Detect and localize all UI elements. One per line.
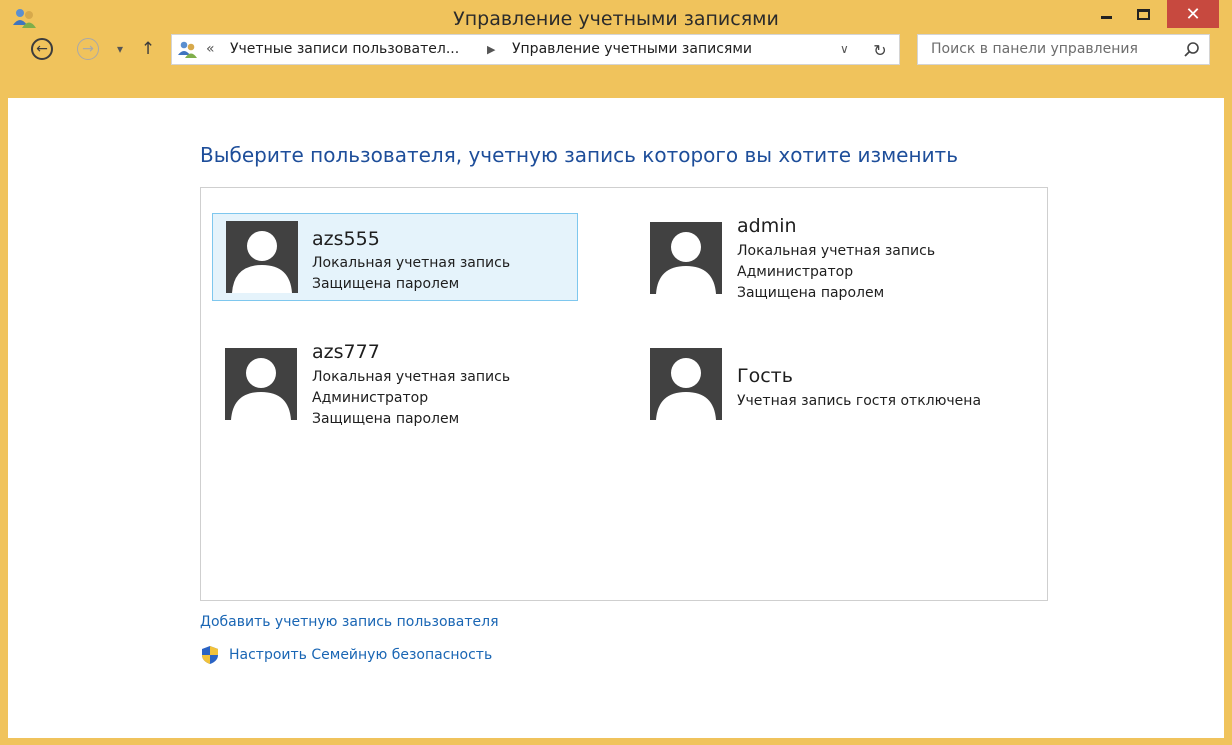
forward-arrow-icon: → — [77, 38, 99, 60]
address-dropdown-icon[interactable]: ∨ — [840, 42, 849, 56]
account-tile-guest[interactable]: Гость Учетная запись гостя отключена — [637, 338, 1003, 426]
close-button[interactable]: ✕ — [1167, 0, 1219, 28]
account-name: admin — [737, 215, 797, 237]
back-arrow-icon: ← — [31, 38, 53, 60]
minimize-button[interactable] — [1091, 0, 1121, 29]
account-detail: Защищена паролем — [737, 285, 885, 301]
maximize-button[interactable] — [1128, 0, 1158, 29]
page-title: Выберите пользователя, учетную запись ко… — [200, 143, 958, 167]
account-name: Гость — [737, 365, 793, 387]
account-detail: Защищена паролем — [312, 411, 460, 427]
family-safety-label: Настроить Семейную безопасность — [229, 647, 493, 663]
user-avatar-icon — [225, 348, 297, 420]
address-bar[interactable]: « Учетные записи пользовател... ▶ Управл… — [171, 34, 900, 65]
accounts-list: azs555 Локальная учетная запись Защищена… — [200, 187, 1048, 601]
account-detail: Защищена паролем — [312, 276, 460, 292]
breadcrumb-user-accounts[interactable]: Учетные записи пользовател... — [230, 41, 459, 57]
maximize-icon — [1136, 9, 1150, 20]
account-detail: Локальная учетная запись — [312, 255, 511, 271]
users-icon — [178, 41, 197, 58]
account-name: azs777 — [312, 341, 380, 363]
account-tile-admin[interactable]: admin Локальная учетная запись Администр… — [637, 213, 1003, 301]
search-input[interactable]: Поиск в панели управления — [917, 34, 1210, 65]
family-safety-link[interactable]: Настроить Семейную безопасность — [200, 645, 492, 665]
shield-icon — [202, 646, 218, 664]
account-tile-azs777[interactable]: azs777 Локальная учетная запись Админист… — [212, 338, 578, 427]
account-detail: Администратор — [312, 390, 429, 406]
account-detail: Учетная запись гостя отключена — [737, 393, 982, 409]
account-name: azs555 — [312, 228, 380, 250]
breadcrumb-overflow[interactable]: « — [206, 41, 215, 57]
window: Управление учетными записями ✕ ← → ▾ ↑ «… — [0, 0, 1232, 745]
add-account-link[interactable]: Добавить учетную запись пользователя — [200, 614, 499, 630]
account-tile-azs555[interactable]: azs555 Локальная учетная запись Защищена… — [212, 213, 578, 301]
window-title: Управление учетными записями — [453, 8, 779, 30]
user-avatar-icon — [650, 348, 722, 420]
forward-button[interactable]: → — [76, 37, 100, 61]
minimize-icon — [1100, 16, 1112, 19]
close-icon: ✕ — [1185, 3, 1201, 25]
search-icon[interactable] — [1183, 41, 1201, 59]
account-detail: Локальная учетная запись — [312, 369, 511, 385]
account-detail: Администратор — [737, 264, 854, 280]
up-button[interactable]: ↑ — [140, 37, 156, 61]
breadcrumb-separator-icon[interactable]: ▶ — [487, 43, 495, 56]
recent-locations-button[interactable]: ▾ — [112, 37, 128, 61]
search-placeholder: Поиск в панели управления — [931, 41, 1138, 57]
breadcrumb-manage-accounts[interactable]: Управление учетными записями — [512, 41, 752, 57]
account-detail: Локальная учетная запись — [737, 243, 936, 259]
refresh-icon[interactable]: ↻ — [869, 39, 891, 61]
user-avatar-icon — [226, 221, 298, 293]
user-avatar-icon — [650, 222, 722, 294]
navigation-bar: ← → ▾ ↑ « Учетные записи пользовател... … — [0, 31, 1232, 66]
back-button[interactable]: ← — [30, 37, 54, 61]
content-area: Выберите пользователя, учетную запись ко… — [8, 98, 1224, 738]
chevron-down-icon: ▾ — [116, 42, 124, 56]
up-arrow-icon: ↑ — [140, 39, 156, 59]
